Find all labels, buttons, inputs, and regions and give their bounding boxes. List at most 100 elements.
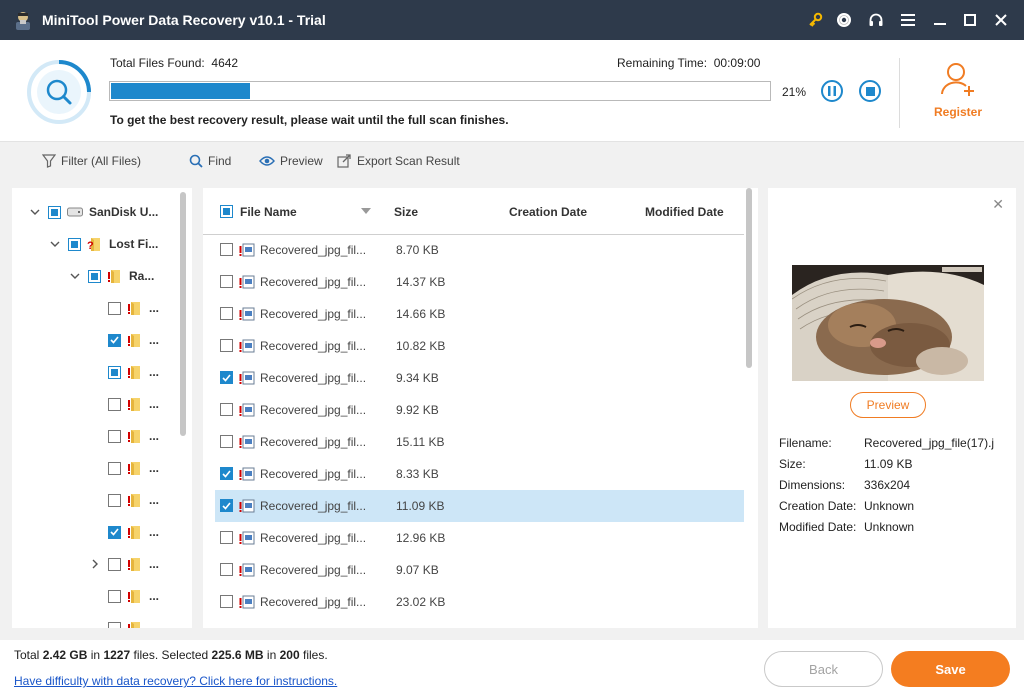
file-row[interactable]: Recovered_jpg_fil... 12.96 KB (215, 522, 744, 554)
close-icon[interactable] (991, 10, 1011, 30)
file-size: 23.02 KB (396, 595, 446, 609)
minimize-icon[interactable] (930, 10, 950, 30)
tree-label-drive: SanDisk U... (89, 205, 159, 219)
file-checkbox[interactable] (220, 403, 233, 416)
tree-checkbox[interactable] (108, 365, 121, 379)
total-size: 2.42 GB (42, 648, 88, 662)
column-file-name[interactable]: File Name (240, 205, 297, 219)
tree-node-folder[interactable]: ... (88, 298, 159, 318)
toolbar: Filter (All Files) Find Preview Export S… (0, 142, 1024, 182)
scan-progress-bar (109, 81, 771, 101)
file-row[interactable]: Recovered_jpg_fil... 14.66 KB (215, 298, 744, 330)
tree-node-folder[interactable]: ... (88, 458, 159, 478)
preview-image (792, 265, 984, 381)
tree-node-raw[interactable]: Ra... (68, 266, 154, 286)
file-checkbox[interactable] (220, 435, 233, 448)
chevron-down-icon[interactable] (68, 269, 82, 283)
file-row[interactable]: Recovered_jpg_fil... 11.09 KB (215, 490, 744, 522)
file-row[interactable]: Recovered_jpg_fil... 10.82 KB (215, 330, 744, 362)
maximize-icon[interactable] (960, 10, 980, 30)
tree-scrollbar[interactable] (180, 192, 186, 436)
tree-node-folder[interactable]: ... (88, 586, 159, 606)
tree-checkbox[interactable] (108, 429, 121, 443)
file-checkbox[interactable] (220, 563, 233, 576)
export-scan-result-button[interactable]: Export Scan Result (337, 154, 460, 168)
pause-button[interactable] (821, 80, 843, 102)
tree-node-folder[interactable]: ... (88, 426, 159, 446)
export-label: Export Scan Result (357, 154, 460, 168)
tree-label-folder: ... (149, 301, 160, 315)
tree-checkbox[interactable] (48, 205, 61, 219)
column-modified-date[interactable]: Modified Date (645, 205, 724, 219)
tree-node-folder[interactable]: ... (88, 522, 159, 542)
file-row[interactable]: Recovered_jpg_fil... 9.34 KB (215, 362, 744, 394)
tree-checkbox[interactable] (108, 621, 121, 628)
chevron-down-icon[interactable] (28, 205, 42, 219)
tree-checkbox[interactable] (108, 557, 121, 571)
file-checkbox[interactable] (220, 275, 233, 288)
tree-checkbox[interactable] (88, 269, 101, 283)
help-link[interactable]: Have difficulty with data recovery? Clic… (14, 674, 337, 688)
file-row[interactable]: Recovered_jpg_fil... 9.07 KB (215, 554, 744, 586)
file-row[interactable]: Recovered_jpg_fil... 14.37 KB (215, 266, 744, 298)
disc-icon[interactable] (834, 10, 854, 30)
column-creation-date[interactable]: Creation Date (509, 205, 587, 219)
scan-progress-fill (111, 83, 250, 99)
file-row[interactable]: Recovered_jpg_fil... 8.33 KB (215, 458, 744, 490)
file-checkbox[interactable] (220, 595, 233, 608)
column-size[interactable]: Size (394, 205, 418, 219)
info-value: 11.09 KB (864, 457, 913, 471)
file-checkbox[interactable] (220, 339, 233, 352)
preview-button[interactable]: Preview (850, 392, 926, 418)
file-checkbox[interactable] (220, 467, 233, 480)
tree-node-lost-files[interactable]: ? Lost Fi... (48, 234, 158, 254)
find-button[interactable]: Find (189, 154, 231, 168)
menu-icon[interactable] (898, 10, 918, 30)
file-row[interactable]: Recovered_jpg_fil... 23.02 KB (215, 586, 744, 618)
file-checkbox[interactable] (220, 243, 233, 256)
image-file-icon (239, 435, 255, 449)
register-button[interactable]: Register (920, 58, 996, 128)
tree-node-sandisk[interactable]: SanDisk U... (28, 202, 158, 222)
file-checkbox[interactable] (220, 499, 233, 512)
stop-button[interactable] (859, 80, 881, 102)
tree-checkbox[interactable] (108, 493, 121, 507)
tree-node-folder[interactable]: ... (88, 394, 159, 414)
save-button[interactable]: Save (891, 651, 1010, 687)
tree-checkbox[interactable] (108, 461, 121, 475)
chevron-down-icon[interactable] (48, 237, 62, 251)
tree-node-folder[interactable]: ... (88, 362, 159, 382)
tree-node-folder[interactable]: ... (88, 330, 159, 350)
close-preview-icon[interactable]: ✕ (992, 196, 1004, 213)
tree-node-folder[interactable]: ... (88, 490, 159, 510)
headset-icon[interactable] (866, 10, 886, 30)
file-checkbox[interactable] (220, 531, 233, 544)
file-row[interactable]: Recovered_jpg_fil... 8.70 KB (215, 234, 744, 266)
file-checkbox[interactable] (220, 371, 233, 384)
file-list-scrollbar[interactable] (746, 188, 752, 368)
file-row[interactable]: Recovered_jpg_fil... 9.92 KB (215, 394, 744, 426)
tree-checkbox[interactable] (108, 589, 121, 603)
tree-checkbox[interactable] (108, 397, 121, 411)
tree-node-folder[interactable]: ... (88, 618, 159, 628)
back-button[interactable]: Back (764, 651, 883, 687)
tree-checkbox[interactable] (108, 333, 121, 347)
file-name: Recovered_jpg_fil... (260, 435, 367, 449)
user-add-icon (941, 63, 974, 96)
divider (899, 58, 900, 128)
file-row[interactable]: Recovered_jpg_fil... 15.11 KB (215, 426, 744, 458)
filter-button[interactable]: Filter (All Files) (42, 154, 141, 168)
tree-node-folder[interactable]: ... (88, 554, 159, 574)
sort-down-icon[interactable] (361, 208, 371, 214)
tree-checkbox[interactable] (108, 301, 121, 315)
select-all-checkbox[interactable] (220, 205, 233, 218)
file-name: Recovered_jpg_fil... (260, 371, 367, 385)
file-checkbox[interactable] (220, 307, 233, 320)
key-icon[interactable] (805, 10, 825, 30)
tree-checkbox[interactable] (68, 237, 81, 251)
chevron-right-icon[interactable] (88, 557, 102, 571)
preview-toolbar-button[interactable]: Preview (259, 154, 323, 168)
image-file-icon (239, 275, 255, 289)
tree-checkbox[interactable] (108, 525, 121, 539)
